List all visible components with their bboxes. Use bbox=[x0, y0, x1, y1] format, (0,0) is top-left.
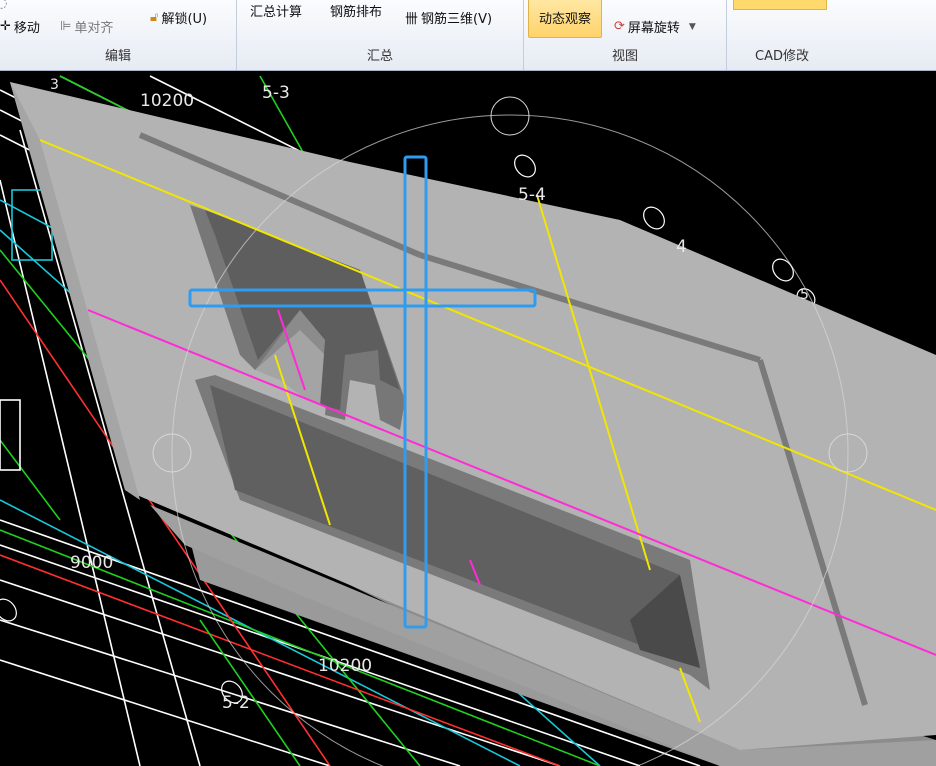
move-icon: ✛ bbox=[0, 19, 11, 34]
cad-group-label: CAD修改 bbox=[755, 49, 809, 64]
rebar-3d-button[interactable]: 卌 钢筋三维(V) bbox=[405, 8, 492, 27]
top-cut-button[interactable]: ◌ bbox=[0, 0, 7, 11]
chevron-down-icon: ▼ bbox=[688, 21, 696, 32]
align-icon: ⊫ bbox=[60, 19, 72, 34]
rotate-icon: ⟳ bbox=[614, 19, 625, 34]
unlock-icon: 🔓︎ bbox=[150, 10, 159, 25]
unlock-button[interactable]: 🔓︎ 解锁(U) bbox=[150, 8, 207, 27]
axis-label-bottom: 5-2 bbox=[222, 693, 250, 713]
rebar-layout-button[interactable]: 钢筋排布 bbox=[330, 1, 382, 20]
summary-group-label: 汇总 bbox=[366, 49, 393, 64]
summary-group: 汇总计算 钢筋排布 卌 钢筋三维(V) 汇总 bbox=[237, 0, 524, 70]
view-group: 动态观察 ⟳ 屏幕旋转 ▼ 视图 bbox=[524, 0, 727, 70]
axis-label-top: 5-3 bbox=[262, 83, 290, 103]
dimension-bottom: 10200 bbox=[318, 656, 373, 676]
single-align-button[interactable]: ⊫ 单对齐 bbox=[60, 17, 113, 36]
ribbon-toolbar: ◌ ✛ 移动 ⊫ 单对齐 🔓︎ 解锁(U) 编辑 汇总计算 钢筋排布 卌 钢筋三… bbox=[0, 0, 936, 71]
3d-viewport[interactable]: 10200 9000 10200 5-3 5-4 4 5 5-2 3 bbox=[0, 71, 936, 766]
axis-label-right-top: 5-4 bbox=[518, 185, 546, 205]
dimension-top: 10200 bbox=[140, 91, 195, 111]
cad-modify-group: CAD修改 bbox=[727, 0, 936, 70]
move-button[interactable]: ✛ 移动 bbox=[0, 17, 40, 36]
axis-label-left-top: 3 bbox=[50, 77, 59, 93]
dimension-left: 9000 bbox=[70, 553, 114, 573]
summary-calc-button[interactable]: 汇总计算 bbox=[250, 1, 302, 20]
view-group-label: 视图 bbox=[611, 49, 638, 64]
edit-group: ◌ ✛ 移动 ⊫ 单对齐 🔓︎ 解锁(U) 编辑 bbox=[0, 0, 237, 70]
edit-group-label: 编辑 bbox=[104, 49, 131, 64]
screen-rotate-button[interactable]: ⟳ 屏幕旋转 ▼ bbox=[614, 17, 696, 36]
rebar-grid-icon: 卌 bbox=[405, 12, 419, 27]
cad-scene bbox=[0, 75, 936, 766]
dynamic-view-button[interactable]: 动态观察 bbox=[528, 0, 603, 38]
axis-label-right: 4 bbox=[676, 237, 687, 257]
cad-tool-button[interactable] bbox=[733, 0, 827, 10]
axis-label-right-edge: 5 bbox=[800, 287, 809, 303]
